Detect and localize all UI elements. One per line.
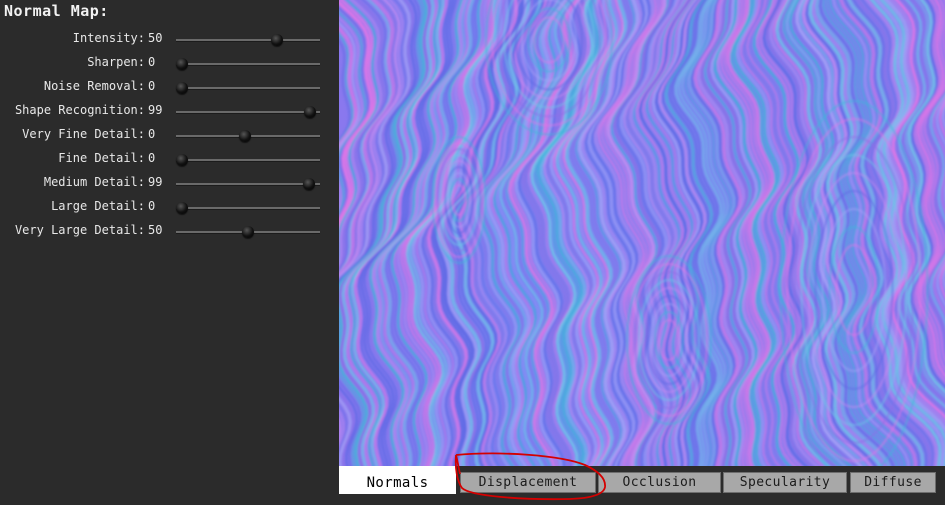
slider-label: Large Detail: [51, 199, 145, 213]
slider-thumb[interactable] [176, 58, 188, 70]
slider-value: 0 [148, 127, 156, 141]
slider-row-sharpen: Sharpen: 0 [0, 52, 338, 76]
tab-normals[interactable]: Normals [339, 466, 456, 494]
tab-specularity[interactable]: Specularity [723, 472, 847, 493]
normal-map-texture [339, 0, 945, 466]
slider-row-intensity: Intensity: 50 [0, 28, 338, 52]
slider-value: 50 [148, 31, 163, 45]
slider-thumb[interactable] [176, 154, 188, 166]
sharpen-slider[interactable] [176, 58, 320, 70]
intensity-slider[interactable] [176, 34, 320, 46]
slider-value: 0 [148, 79, 156, 93]
slider-row-very-fine-detail: Very Fine Detail: 0 [0, 124, 338, 148]
slider-value: 50 [148, 223, 163, 237]
map-type-tabs: Normals Displacement Occlusion Speculari… [339, 466, 945, 505]
normal-map-preview[interactable] [339, 0, 945, 466]
slider-value: 0 [148, 55, 156, 69]
slider-label: Noise Removal: [43, 79, 145, 93]
slider-thumb[interactable] [302, 178, 315, 190]
slider-value: 0 [148, 151, 156, 165]
noise-removal-slider[interactable] [176, 82, 320, 94]
slider-row-very-large-detail: Very Large Detail: 50 [0, 220, 338, 244]
slider-thumb[interactable] [304, 106, 317, 118]
slider-label: Medium Detail: [43, 175, 145, 189]
slider-label: Fine Detail: [58, 151, 145, 165]
slider-value: 0 [148, 199, 156, 213]
slider-value: 99 [148, 175, 163, 189]
slider-row-medium-detail: Medium Detail: 99 [0, 172, 338, 196]
very-fine-detail-slider[interactable] [176, 130, 320, 142]
shape-recognition-slider[interactable] [176, 106, 320, 118]
slider-label: Sharpen: [87, 55, 145, 69]
slider-label: Intensity: [72, 31, 145, 45]
panel-title: Normal Map: [4, 2, 109, 20]
slider-thumb[interactable] [176, 82, 188, 94]
slider-thumb[interactable] [239, 130, 252, 142]
very-large-detail-slider[interactable] [176, 226, 320, 238]
slider-row-fine-detail: Fine Detail: 0 [0, 148, 338, 172]
tab-displacement[interactable]: Displacement [460, 472, 596, 493]
slider-row-shape-recognition: Shape Recognition: 99 [0, 100, 338, 124]
slider-label: Very Fine Detail: [22, 127, 145, 141]
slider-thumb[interactable] [271, 34, 284, 46]
slider-label: Shape Recognition: [14, 103, 145, 117]
slider-label: Very Large Detail: [14, 223, 145, 237]
app-window: Normal Map: Intensity: 50 Sharpen: 0 Noi… [0, 0, 945, 505]
tab-diffuse[interactable]: Diffuse [850, 472, 936, 493]
normal-map-settings-panel: Normal Map: Intensity: 50 Sharpen: 0 Noi… [0, 0, 338, 505]
large-detail-slider[interactable] [176, 202, 320, 214]
slider-thumb[interactable] [242, 226, 254, 238]
fine-detail-slider[interactable] [176, 154, 320, 166]
slider-thumb[interactable] [176, 202, 188, 214]
slider-row-noise-removal: Noise Removal: 0 [0, 76, 338, 100]
slider-row-large-detail: Large Detail: 0 [0, 196, 338, 220]
slider-value: 99 [148, 103, 163, 117]
tab-occlusion[interactable]: Occlusion [598, 472, 721, 493]
medium-detail-slider[interactable] [176, 178, 320, 190]
